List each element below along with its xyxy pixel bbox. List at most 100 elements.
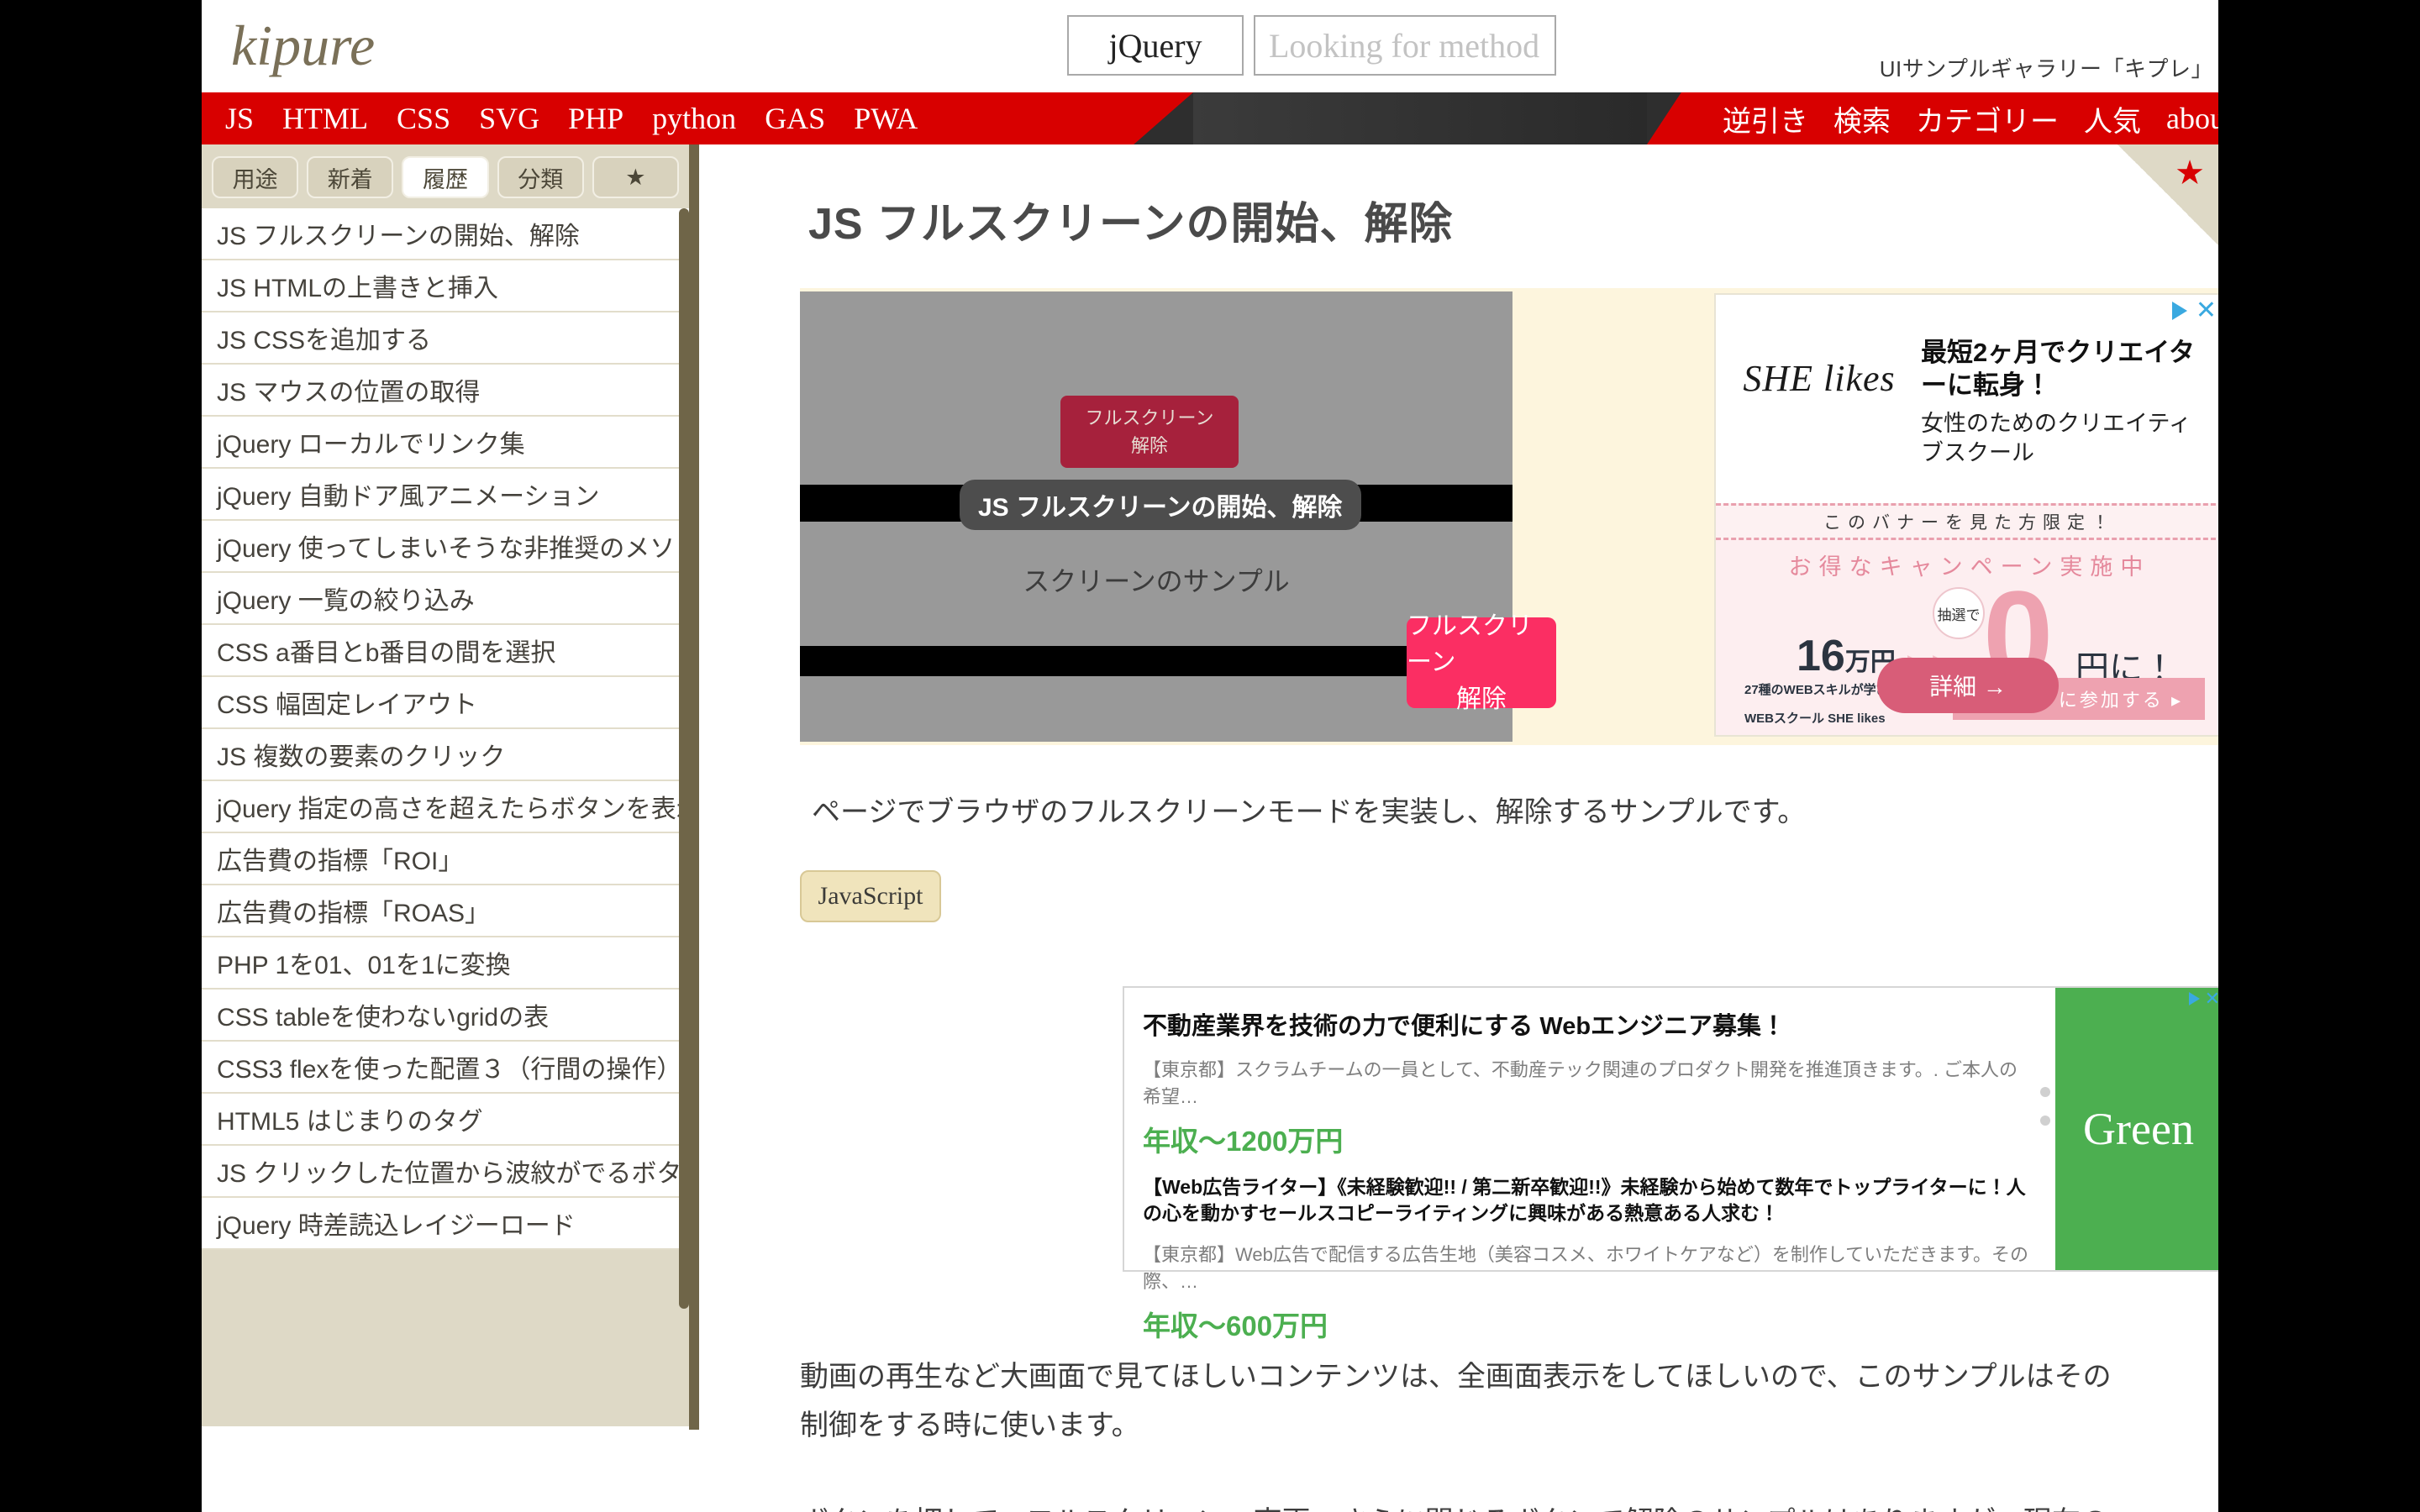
she-ad-strip: このバナーを見た方限定！ [1716,503,2218,540]
campaign-primary-cta[interactable]: 詳細 → [1877,658,2059,713]
sidebar-list-item[interactable]: CSS3 flexを使った配置３（行間の操作） [202,1042,689,1094]
demo-preview-frame: フルスクリーン 解除 JS フルスクリーンの開始、解除 スクリーンのサンプル [800,291,1512,742]
she-likes-logo: SHE likes [1743,358,1896,399]
site-logo[interactable]: kipure [231,7,375,84]
she-ad-campaign: お得なキャンペーン実施中 0 抽選で 16万円 ▶▶ 円に！ 27種のWEBスキ… [1716,540,2218,735]
nav-item-html[interactable]: HTML [282,101,368,136]
she-ad-copy: 最短2ヶ月でクリエイターに転身！ 女性のためのクリエイティブスクール [1921,313,2208,503]
sidebar-list-item[interactable]: JS マウスの位置の取得 [202,365,689,417]
close-icon[interactable]: ✕ [2196,298,2217,323]
site-tagline: UIサンプルギャラリー「キプレ」 [1879,56,2213,81]
demo-large-button-line1: フルスクリーン [1407,612,1533,677]
demo-sample-text: スクリーンのサンプル [1023,566,1290,596]
demo-title-pill: JS フルスクリーンの開始、解除 [960,480,1361,530]
green-ad-carousel-dots[interactable] [2040,1087,2050,1126]
favorite-star-icon[interactable]: ★ [2175,156,2205,190]
nav-item-gas[interactable]: GAS [765,101,825,136]
tag-javascript[interactable]: JavaScript [800,870,941,922]
search-input[interactable]: Looking for method [1254,15,1556,76]
adchoices-icon[interactable] [2171,302,2187,320]
search-area: jQuery Looking for method [1067,15,1556,76]
language-selector[interactable]: jQuery [1067,15,1244,76]
sidebar-list-item[interactable]: jQuery 指定の高さを超えたらボタンを表示 [202,781,689,833]
page-title: JS フルスクリーンの開始、解除 [808,200,1454,249]
campaign-lottery-badge: 抽選で [1933,587,1985,639]
adchoices-icon[interactable] [2188,992,2200,1005]
sidebar-tab-favorite[interactable]: ★ [592,156,680,198]
sidebar-list-item[interactable]: CSS tableを使わないgridの表 [202,990,689,1042]
sidebar-list-item[interactable]: PHP 1を01、01を1に変換 [202,937,689,990]
sidebar-list-item[interactable]: jQuery 一覧の絞り込み [202,573,689,625]
main-navigation: JS HTML CSS SVG PHP python GAS PWA 逆引き 検… [202,92,2218,144]
nav-item-css[interactable]: CSS [397,101,450,136]
sidebar-tab-category[interactable]: 分類 [497,156,584,198]
main-content: ★ JS フルスクリーンの開始、解除 フルスクリーン 解除 JS フルスクリーン… [709,144,2218,1512]
campaign-price-value: 16 [1797,632,1845,680]
green-ad-body-1: 【東京都】スクラムチームの一員として、不動産テック関連のプロダクト開発を推進頂き… [1143,1059,2018,1107]
sidebar-tabs: 用途 新着 履歴 分類 ★ [202,144,689,208]
green-ad-title-1[interactable]: 不動産業界を技術の力で便利にする Webエンジニア募集！ [1143,1006,2033,1042]
demo-fullscreen-button-small[interactable]: フルスクリーン 解除 [1060,396,1239,468]
demo-row: フルスクリーン 解除 JS フルスクリーンの開始、解除 スクリーンのサンプル フ… [800,288,2218,745]
site-header: kipure jQuery Looking for method UIサンプルギ… [202,0,2218,92]
demo-black-bar-bottom [800,646,1512,676]
nav-item-search[interactable]: 検索 [1833,98,1891,139]
article-paragraph-1: 動画の再生など大画面で見てほしいコンテンツは、全画面表示をしてほしいので、このサ… [800,1361,2112,1442]
nav-right-group: 逆引き 検索 カテゴリー 人気 about [1647,92,2218,144]
nav-item-category[interactable]: カテゴリー [1916,98,2059,139]
she-ad-headline: 最短2ヶ月でクリエイターに転身！ [1921,338,2195,400]
sidebar-tab-history[interactable]: 履歴 [402,156,489,198]
demo-small-button-line1: フルスクリーン [1085,407,1214,428]
sidebar-list-item[interactable]: 広告費の指標「ROI」 [202,833,689,885]
sidebar-list-item[interactable]: jQuery 使ってしまいそうな非推奨のメソッド [202,521,689,573]
sidebar-list-item[interactable]: jQuery 時差読込レイジーロード [202,1198,689,1250]
demo-fullscreen-button-large[interactable]: フルスクリーン 解除 [1407,612,1556,713]
sidebar-list-item[interactable]: CSS a番目とb番目の間を選択 [202,625,689,677]
close-icon[interactable]: ✕ [2205,990,2218,1008]
green-adchoices-controls: ✕ [2188,990,2218,1008]
green-ad-title-2[interactable]: 【Web広告ライター】《未経験歓迎!! / 第二新卒歓迎!!》未経験から始めて数… [1143,1174,2033,1226]
nav-item-js[interactable]: JS [225,101,254,136]
green-ad-salary-2: 年収〜600万円 [1143,1310,1328,1342]
sidebar-list-item[interactable]: JS 複数の要素のクリック [202,729,689,781]
sidebar: 用途 新着 履歴 分類 ★ JS フルスクリーンの開始、解除 JS HTMLの上… [202,144,699,1430]
sidebar-list-item[interactable]: CSS 幅固定レイアウト [202,677,689,729]
nav-item-php[interactable]: PHP [568,101,623,136]
nav-item-about[interactable]: about [2166,101,2218,136]
green-ad-salary-1: 年収〜1200万円 [1143,1126,1344,1157]
page-root: kipure jQuery Looking for method UIサンプルギ… [0,0,2420,1512]
she-ad-subline: 女性のためのクリエイティブスクール [1921,410,2191,465]
body-area: 用途 新着 履歴 分類 ★ JS フルスクリーンの開始、解除 JS HTMLの上… [202,144,2218,1512]
sidebar-tab-usage[interactable]: 用途 [212,156,299,198]
sidebar-tab-new[interactable]: 新着 [307,156,394,198]
green-ad-body-2: 【東京都】Web広告で配信する広告生地（美容コスメ、ホワイトケアなど）を制作して… [1143,1244,2028,1293]
advertisement-green[interactable]: ✕ 不動産業界を技術の力で便利にする Webエンジニア募集！ 【東京都】スクラム… [1123,986,2218,1341]
sidebar-list-item[interactable]: JS HTMLの上書きと挿入 [202,260,689,312]
nav-item-popular[interactable]: 人気 [2084,98,2141,139]
browser-viewport: kipure jQuery Looking for method UIサンプルギ… [202,0,2218,1512]
sidebar-list-item[interactable]: JS フルスクリーンの開始、解除 [202,208,689,260]
green-ad-brand: Green [2055,988,2218,1270]
demo-small-button-line2: 解除 [1130,435,1168,456]
sidebar-list-item[interactable]: HTML5 はじまりのタグ [202,1094,689,1146]
sidebar-list-item[interactable]: jQuery ローカルでリンク集 [202,417,689,469]
green-ad-listings: 不動産業界を技術の力で便利にする Webエンジニア募集！ 【東京都】スクラムチー… [1124,988,2055,1341]
page-description: ページでブラウザのフルスクリーンモードを実装し、解除するサンプルです。 [812,796,1807,828]
nav-item-pwa[interactable]: PWA [854,101,918,136]
sidebar-list-item[interactable]: JS クリックした位置から波紋がでるボタン [202,1146,689,1198]
sidebar-list: JS フルスクリーンの開始、解除 JS HTMLの上書きと挿入 JS CSSを追… [202,208,689,1430]
sidebar-list-item[interactable]: JS CSSを追加する [202,312,689,365]
adchoices-controls: ✕ [2171,298,2217,323]
carousel-dot[interactable] [2040,1116,2050,1126]
she-ad-header: ✕ SHE likes 最短2ヶ月でクリエイターに転身！ 女性のためのクリエイテ… [1716,295,2218,503]
nav-item-svg[interactable]: SVG [479,101,539,136]
nav-item-reverse-lookup[interactable]: 逆引き [1723,98,1808,139]
sidebar-scrollbar[interactable] [679,208,689,1309]
nav-item-python[interactable]: python [652,101,736,136]
sidebar-list-filler [202,1250,689,1426]
carousel-dot[interactable] [2040,1087,2050,1097]
sidebar-list-item[interactable]: 広告費の指標「ROAS」 [202,885,689,937]
article-paragraph-2: ボタンを押して、フルスクリーンへ変更、さらに閉じるボタンで解除のサンプルはありま… [800,1498,2118,1512]
sidebar-list-item[interactable]: jQuery 自動ドア風アニメーション [202,469,689,521]
advertisement-she-likes[interactable]: ✕ SHE likes 最短2ヶ月でクリエイターに転身！ 女性のためのクリエイテ… [1714,293,2218,737]
